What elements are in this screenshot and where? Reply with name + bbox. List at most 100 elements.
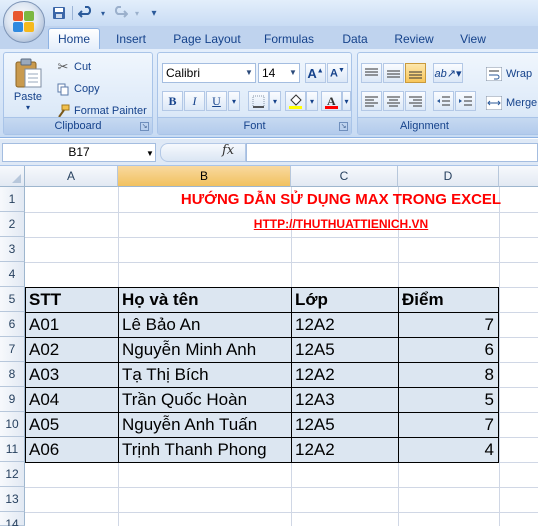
paste-button[interactable]: Paste ▾: [8, 57, 48, 117]
decrease-indent-button[interactable]: [433, 91, 454, 111]
column-header-c[interactable]: C: [291, 166, 398, 187]
table-cell[interactable]: 7: [399, 413, 498, 438]
table-cell[interactable]: 12A2: [292, 313, 398, 338]
customize-qat-icon[interactable]: ▾: [145, 4, 163, 22]
row-header-9[interactable]: 9: [0, 387, 25, 412]
tab-formulas[interactable]: Formulas: [258, 29, 320, 49]
font-group: Calibri ▼ 14 ▼ A▲ A▼ B I U ▾ ▾ ▾ A ▾ Fon…: [157, 52, 352, 135]
font-color-button[interactable]: A: [321, 91, 342, 111]
table-cell[interactable]: Nguyễn Anh Tuấn: [119, 413, 291, 438]
table-cell[interactable]: 7: [399, 313, 498, 338]
formula-input[interactable]: [246, 143, 538, 162]
name-box[interactable]: B17: [2, 143, 156, 162]
row-header-1[interactable]: 1: [0, 187, 25, 212]
row-header-11[interactable]: 11: [0, 437, 25, 462]
table-header-stt[interactable]: STT: [26, 288, 118, 313]
row-header-8[interactable]: 8: [0, 362, 25, 387]
tab-page-layout[interactable]: Page Layout: [168, 29, 246, 49]
table-cell[interactable]: A02: [26, 338, 118, 363]
align-center-button[interactable]: [383, 91, 404, 111]
table-cell[interactable]: Nguyễn Minh Anh: [119, 338, 291, 363]
row-header-4[interactable]: 4: [0, 262, 25, 287]
clipboard-launcher-icon[interactable]: ↘: [140, 122, 149, 131]
table-cell[interactable]: 4: [399, 438, 498, 463]
table-cell[interactable]: 12A5: [292, 413, 398, 438]
column-header-b[interactable]: B: [118, 166, 291, 187]
table-cell[interactable]: A03: [26, 363, 118, 388]
table-header-score[interactable]: Điểm: [399, 288, 498, 313]
tab-review[interactable]: Review: [388, 29, 440, 49]
row-header-10[interactable]: 10: [0, 412, 25, 437]
merge-center-button[interactable]: Merge: [486, 93, 537, 113]
row-header-12[interactable]: 12: [0, 462, 25, 487]
table-cell[interactable]: A05: [26, 413, 118, 438]
underline-button[interactable]: U: [206, 91, 227, 111]
undo-icon[interactable]: [77, 4, 95, 22]
redo-dropdown-icon[interactable]: ▾: [133, 4, 141, 22]
borders-button[interactable]: [248, 91, 269, 111]
table-cell[interactable]: 12A5: [292, 338, 398, 363]
cut-button[interactable]: ✂ Cut: [54, 58, 92, 76]
worksheet-grid[interactable]: A B C D 1 2 3 4 5 6 7 8 9 10 11 12 13 14…: [0, 166, 538, 526]
name-box-dropdown-icon[interactable]: ▼: [146, 149, 154, 158]
borders-dropdown-icon[interactable]: ▾: [269, 91, 281, 111]
office-button[interactable]: [3, 1, 45, 43]
table-cell[interactable]: A04: [26, 388, 118, 413]
row-header-6[interactable]: 6: [0, 312, 25, 337]
font-family-dropdown[interactable]: Calibri ▼: [162, 63, 256, 83]
table-cell[interactable]: 6: [399, 338, 498, 363]
sheet-link[interactable]: HTTP://THUTHUATTIENICH.VN: [26, 212, 538, 237]
copy-button[interactable]: Copy: [54, 80, 100, 98]
orientation-button[interactable]: ab↗▾: [433, 63, 463, 83]
save-icon[interactable]: [50, 4, 68, 22]
table-cell[interactable]: 12A2: [292, 438, 398, 463]
bold-button[interactable]: B: [162, 91, 183, 111]
align-bottom-button[interactable]: [405, 63, 426, 83]
column-header-a[interactable]: A: [25, 166, 118, 187]
increase-indent-button[interactable]: [455, 91, 476, 111]
table-cell[interactable]: 12A2: [292, 363, 398, 388]
underline-dropdown-icon[interactable]: ▾: [228, 91, 240, 111]
align-left-button[interactable]: [361, 91, 382, 111]
table-cell[interactable]: Tạ Thị Bích: [119, 363, 291, 388]
row-header-3[interactable]: 3: [0, 237, 25, 262]
align-middle-button[interactable]: [383, 63, 404, 83]
insert-function-button[interactable]: fx: [222, 143, 234, 158]
tab-view[interactable]: View: [452, 29, 494, 49]
shrink-font-button[interactable]: A▼: [327, 63, 348, 83]
tab-home[interactable]: Home: [48, 28, 100, 50]
fill-color-dropdown-icon[interactable]: ▾: [306, 91, 318, 111]
table-header-name[interactable]: Họ và tên: [119, 288, 291, 313]
font-size-dropdown[interactable]: 14 ▼: [258, 63, 300, 83]
tab-data[interactable]: Data: [334, 29, 376, 49]
font-color-dropdown-icon[interactable]: ▾: [342, 91, 351, 111]
row-header-7[interactable]: 7: [0, 337, 25, 362]
fill-color-button[interactable]: [285, 91, 306, 111]
align-top-button[interactable]: [361, 63, 382, 83]
row-header-2[interactable]: 2: [0, 212, 25, 237]
wrap-text-button[interactable]: Wrap: [486, 64, 532, 84]
table-cell[interactable]: Trần Quốc Hoàn: [119, 388, 291, 413]
row-header-14[interactable]: 14: [0, 512, 25, 526]
redo-icon[interactable]: [111, 4, 129, 22]
table-cell[interactable]: 12A3: [292, 388, 398, 413]
grow-font-button[interactable]: A▲: [305, 63, 326, 83]
font-launcher-icon[interactable]: ↘: [339, 122, 348, 131]
align-right-button[interactable]: [405, 91, 426, 111]
italic-button[interactable]: I: [184, 91, 205, 111]
select-all-button[interactable]: [0, 166, 25, 187]
table-header-class[interactable]: Lớp: [292, 288, 398, 313]
row-header-13[interactable]: 13: [0, 487, 25, 512]
table-cell[interactable]: 8: [399, 363, 498, 388]
row-header-5[interactable]: 5: [0, 287, 25, 312]
column-header-d[interactable]: D: [398, 166, 499, 187]
tab-insert[interactable]: Insert: [108, 29, 154, 49]
column-header-e[interactable]: [499, 166, 538, 187]
table-cell[interactable]: 5: [399, 388, 498, 413]
copy-icon: [54, 83, 72, 96]
table-cell[interactable]: A06: [26, 438, 118, 463]
table-cell[interactable]: Trịnh Thanh Phong: [119, 438, 291, 463]
undo-dropdown-icon[interactable]: ▾: [99, 4, 107, 22]
table-cell[interactable]: Lê Bảo An: [119, 313, 291, 338]
table-cell[interactable]: A01: [26, 313, 118, 338]
